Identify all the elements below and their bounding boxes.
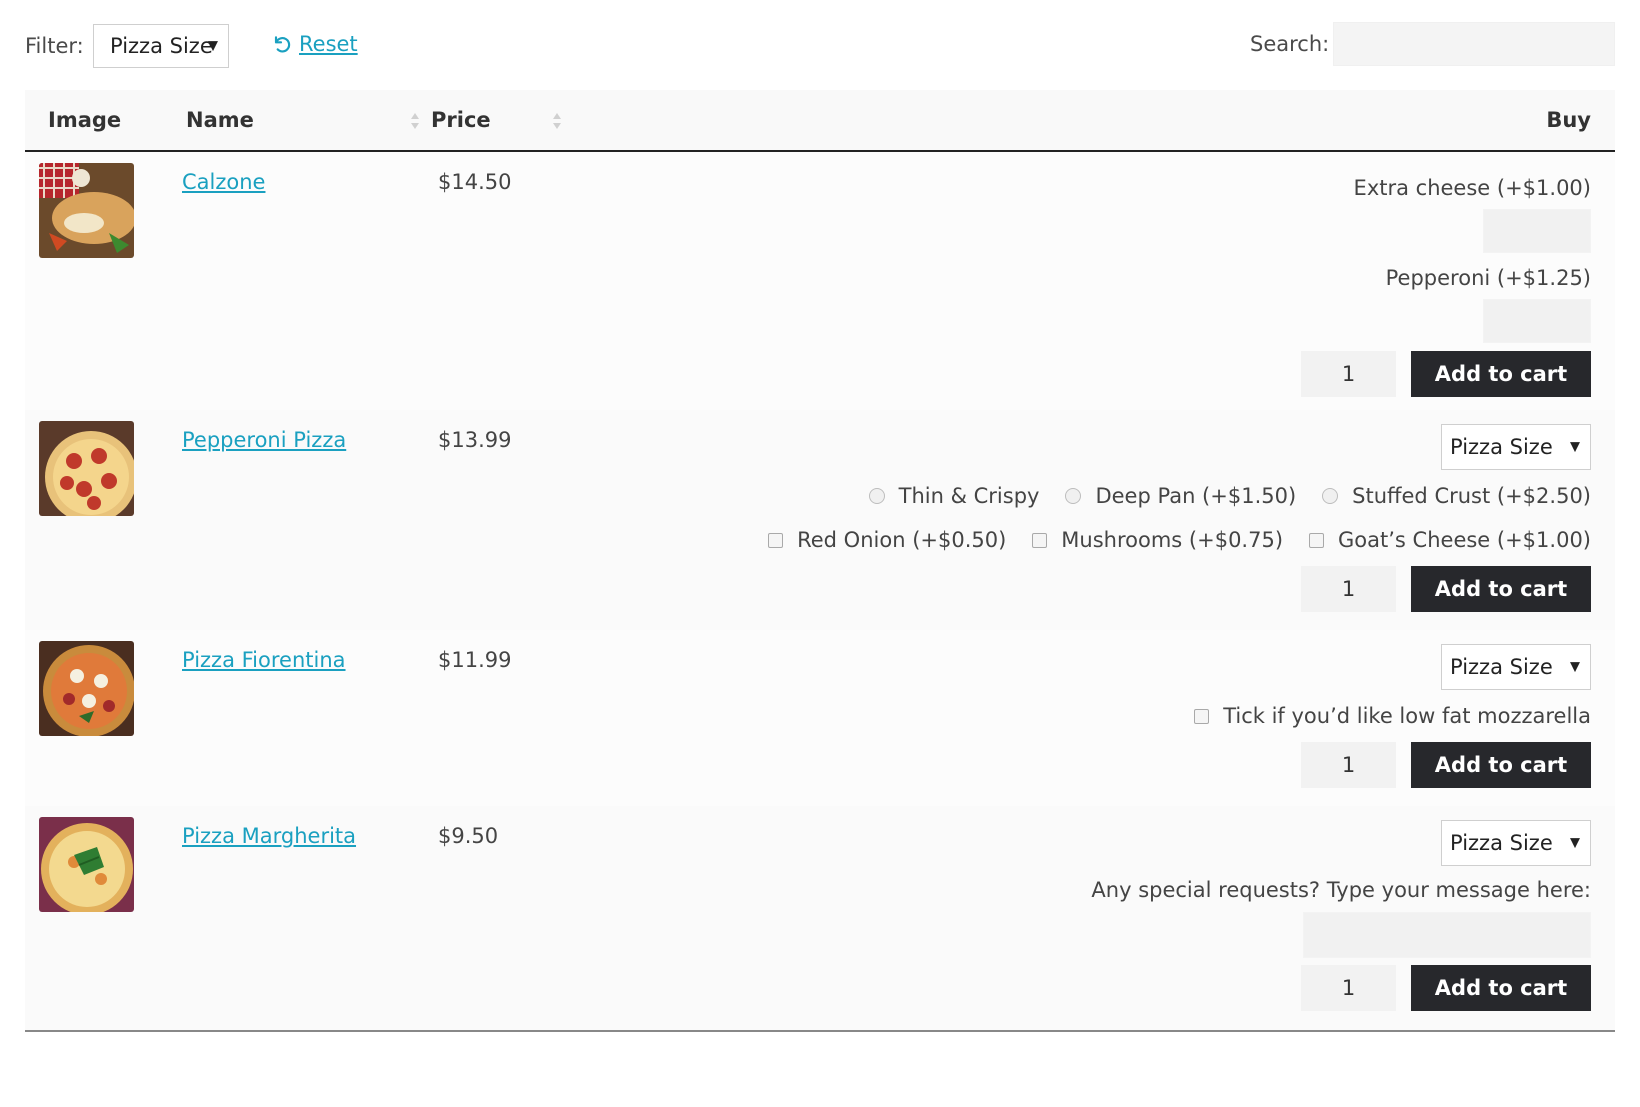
quantity-input[interactable]: 1 (1301, 566, 1396, 612)
radio-label: Thin & Crispy (898, 484, 1040, 508)
quantity-input[interactable]: 1 (1301, 742, 1396, 788)
checkbox[interactable] (1032, 532, 1048, 548)
quantity-input[interactable]: 1 (1301, 351, 1396, 397)
products-table: Image Name Price Buy Calzone $14.50 Extr… (25, 90, 1615, 1032)
product-price: $9.50 (438, 824, 499, 848)
product-image-pizza-margherita[interactable] (39, 817, 134, 912)
pepperoni-input[interactable] (1483, 299, 1591, 343)
pizza-size-select[interactable]: Pizza Size ▼ (1441, 820, 1591, 866)
table-controls: Filter: Pizza Size ▼ Reset Search: (25, 22, 1615, 72)
caret-down-icon: ▼ (1570, 659, 1580, 675)
product-image-pepperoni-pizza[interactable] (39, 421, 134, 516)
pizza-size-selected: Pizza Size (1450, 435, 1553, 459)
table-header: Image Name Price Buy (25, 90, 1615, 152)
add-to-cart-button[interactable]: Add to cart (1411, 351, 1591, 397)
radio-option[interactable]: Stuffed Crust (+$2.50) (1322, 484, 1591, 508)
checkbox-label: Mushrooms (+$0.75) (1061, 528, 1284, 552)
product-table-page: Filter: Pizza Size ▼ Reset Search: Image… (0, 0, 1640, 1107)
add-to-cart-button[interactable]: Add to cart (1411, 742, 1591, 788)
sort-arrows-icon[interactable] (410, 110, 420, 132)
radio-label: Deep Pan (+$1.50) (1095, 484, 1297, 508)
option-label: Extra cheese (+$1.00) (1353, 176, 1591, 200)
checkbox[interactable] (768, 532, 784, 548)
mozzarella-checkbox-group: Tick if you’d like low fat mozzarella (1168, 704, 1591, 728)
product-name-link[interactable]: Calzone (182, 170, 265, 194)
table-bottom-border (25, 1030, 1615, 1032)
radio-option[interactable]: Deep Pan (+$1.50) (1065, 484, 1296, 508)
checkbox-option[interactable]: Red Onion (+$0.50) (768, 528, 1006, 552)
header-image: Image (48, 108, 122, 132)
product-name-link[interactable]: Pizza Margherita (182, 824, 356, 848)
crust-radio-group: Thin & Crispy Deep Pan (+$1.50) Stuffed … (843, 484, 1591, 508)
filter-selected-value: Pizza Size (110, 34, 213, 58)
radio-button[interactable] (1065, 488, 1082, 504)
add-to-cart-button[interactable]: Add to cart (1411, 965, 1591, 1011)
caret-down-icon: ▼ (208, 38, 218, 54)
header-price[interactable]: Price (431, 108, 491, 132)
table-row: Pizza Margherita $9.50 Pizza Size ▼ Any … (25, 806, 1615, 1030)
filter-select[interactable]: Pizza Size ▼ (93, 24, 229, 68)
checkbox-label: Red Onion (+$0.50) (797, 528, 1007, 552)
checkbox-label: Goat’s Cheese (+$1.00) (1338, 528, 1591, 552)
caret-down-icon: ▼ (1570, 835, 1580, 851)
checkbox-option[interactable]: Mushrooms (+$0.75) (1032, 528, 1283, 552)
checkbox-option[interactable]: Tick if you’d like low fat mozzarella (1194, 704, 1591, 728)
extra-cheese-input[interactable] (1483, 209, 1591, 253)
quantity-input[interactable]: 1 (1301, 965, 1396, 1011)
radio-option[interactable]: Thin & Crispy (868, 484, 1040, 508)
product-image-pizza-fiorentina[interactable] (39, 641, 134, 736)
radio-button[interactable] (1322, 488, 1339, 504)
sort-arrows-icon[interactable] (552, 110, 562, 132)
product-name-link[interactable]: Pepperoni Pizza (182, 428, 346, 452)
radio-button[interactable] (868, 488, 885, 504)
pizza-size-selected: Pizza Size (1450, 655, 1553, 679)
pizza-size-select[interactable]: Pizza Size ▼ (1441, 644, 1591, 690)
table-row: Pepperoni Pizza $13.99 Pizza Size ▼ Thin… (25, 410, 1615, 630)
reset-link[interactable]: Reset (299, 32, 358, 56)
option-label: Pepperoni (+$1.25) (1385, 266, 1591, 290)
pizza-size-select[interactable]: Pizza Size ▼ (1441, 424, 1591, 470)
checkbox-option[interactable]: Goat’s Cheese (+$1.00) (1309, 528, 1591, 552)
checkbox[interactable] (1194, 708, 1210, 724)
checkbox[interactable] (1309, 532, 1325, 548)
header-buy: Buy (1546, 108, 1591, 132)
table-row: Pizza Fiorentina $11.99 Pizza Size ▼ Tic… (25, 630, 1615, 806)
topping-checkbox-group: Red Onion (+$0.50) Mushrooms (+$0.75) Go… (742, 528, 1591, 552)
product-price: $13.99 (438, 428, 512, 452)
product-name-link[interactable]: Pizza Fiorentina (182, 648, 346, 672)
reset-button[interactable]: Reset (271, 32, 358, 56)
search-label: Search: (1250, 32, 1330, 56)
undo-icon (274, 36, 291, 53)
product-image-calzone[interactable] (39, 163, 134, 258)
header-name[interactable]: Name (186, 108, 254, 132)
checkbox-label: Tick if you’d like low fat mozzarella (1223, 704, 1591, 728)
radio-label: Stuffed Crust (+$2.50) (1352, 484, 1591, 508)
special-requests-input[interactable] (1303, 912, 1591, 958)
special-requests-label: Any special requests? Type your message … (1091, 878, 1591, 902)
add-to-cart-button[interactable]: Add to cart (1411, 566, 1591, 612)
product-price: $11.99 (438, 648, 512, 672)
table-row: Calzone $14.50 Extra cheese (+$1.00) Pep… (25, 152, 1615, 410)
pizza-size-selected: Pizza Size (1450, 831, 1553, 855)
filter-label: Filter: (25, 34, 84, 58)
caret-down-icon: ▼ (1570, 439, 1580, 455)
product-price: $14.50 (438, 170, 512, 194)
search-input[interactable] (1333, 22, 1615, 66)
